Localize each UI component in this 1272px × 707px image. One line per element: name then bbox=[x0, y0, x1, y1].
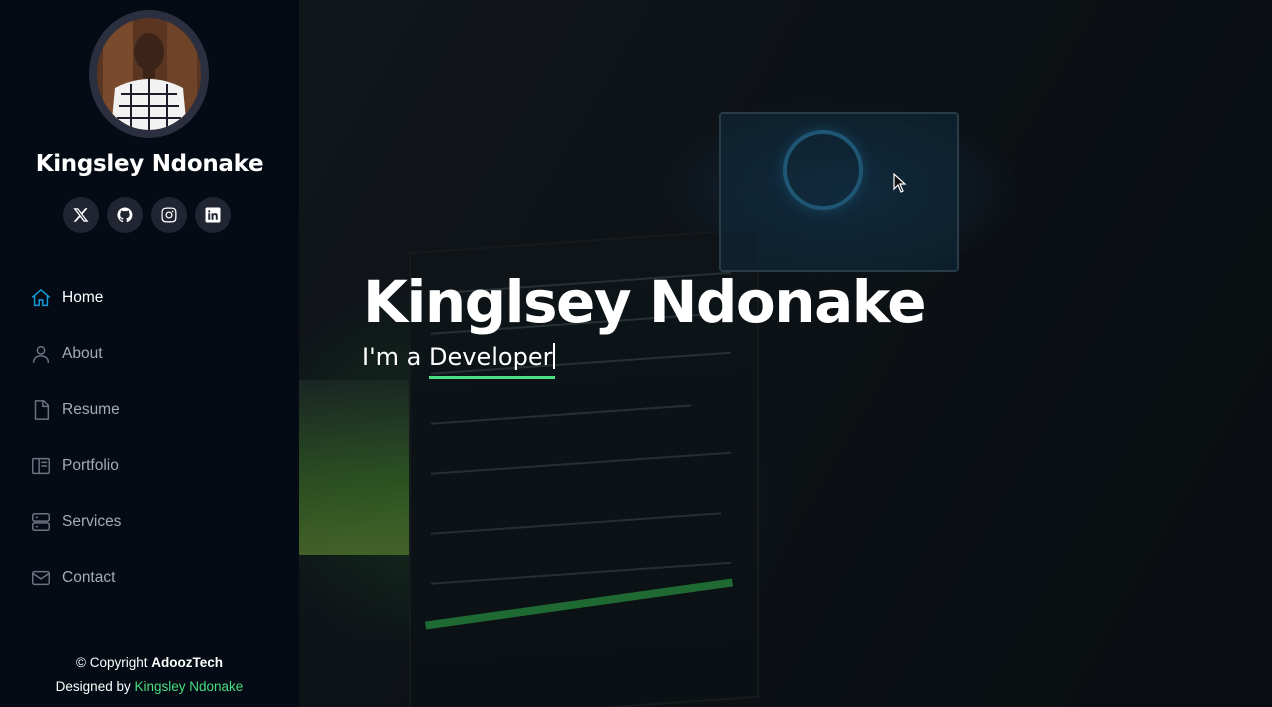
instagram-link[interactable] bbox=[151, 197, 187, 233]
hero-subtitle: I'm a Developer bbox=[362, 343, 556, 379]
designer-link[interactable]: Kingsley Ndonake bbox=[135, 679, 244, 694]
file-icon bbox=[30, 399, 52, 421]
nav-item-about[interactable]: About bbox=[30, 326, 270, 382]
linkedin-link[interactable] bbox=[195, 197, 231, 233]
avatar-portrait bbox=[97, 18, 201, 130]
nav-label: Resume bbox=[62, 401, 120, 418]
user-icon bbox=[30, 343, 52, 365]
nav-label: Home bbox=[62, 289, 104, 306]
hero-title: Kinglsey Ndonake bbox=[363, 268, 927, 336]
home-icon bbox=[30, 287, 52, 309]
twitter-link[interactable] bbox=[63, 197, 99, 233]
hero-subtitle-prefix: I'm a bbox=[362, 343, 430, 371]
social-links bbox=[63, 197, 231, 233]
book-icon bbox=[30, 455, 52, 477]
sidebar: Kingsley Ndonake Home About Resume Portf… bbox=[0, 0, 299, 707]
nav-item-portfolio[interactable]: Portfolio bbox=[30, 438, 270, 494]
nav-item-home[interactable]: Home bbox=[30, 270, 270, 326]
nav-label: Services bbox=[62, 513, 122, 530]
nav-item-contact[interactable]: Contact bbox=[30, 550, 270, 606]
nav-label: Portfolio bbox=[62, 457, 119, 474]
avatar bbox=[89, 10, 209, 138]
main-nav: Home About Resume Portfolio Services Con… bbox=[30, 270, 270, 606]
typed-word: Developer bbox=[429, 343, 553, 371]
designed-by-prefix: Designed by bbox=[55, 679, 131, 694]
credits-line: Designed by Kingsley Ndonake bbox=[0, 675, 299, 699]
nav-label: About bbox=[62, 345, 103, 362]
copyright-prefix: © Copyright bbox=[76, 655, 148, 670]
github-icon bbox=[117, 207, 133, 223]
github-link[interactable] bbox=[107, 197, 143, 233]
profile-name: Kingsley Ndonake bbox=[35, 151, 264, 177]
linkedin-icon bbox=[205, 207, 221, 223]
typing-cursor bbox=[553, 343, 556, 369]
nav-item-services[interactable]: Services bbox=[30, 494, 270, 550]
sidebar-footer: © Copyright AdoozTech Designed by Kingsl… bbox=[0, 651, 299, 699]
nav-label: Contact bbox=[62, 569, 116, 586]
server-icon bbox=[30, 511, 52, 533]
hero-section: Kinglsey Ndonake I'm a Developer bbox=[299, 0, 1272, 707]
mouse-pointer-icon bbox=[893, 173, 907, 193]
copyright-brand: AdoozTech bbox=[151, 655, 223, 670]
typed-text: Developer bbox=[429, 343, 556, 379]
instagram-icon bbox=[161, 207, 177, 223]
nav-item-resume[interactable]: Resume bbox=[30, 382, 270, 438]
copyright-line: © Copyright AdoozTech bbox=[0, 651, 299, 675]
envelope-icon bbox=[30, 567, 52, 589]
x-twitter-icon bbox=[73, 208, 89, 222]
